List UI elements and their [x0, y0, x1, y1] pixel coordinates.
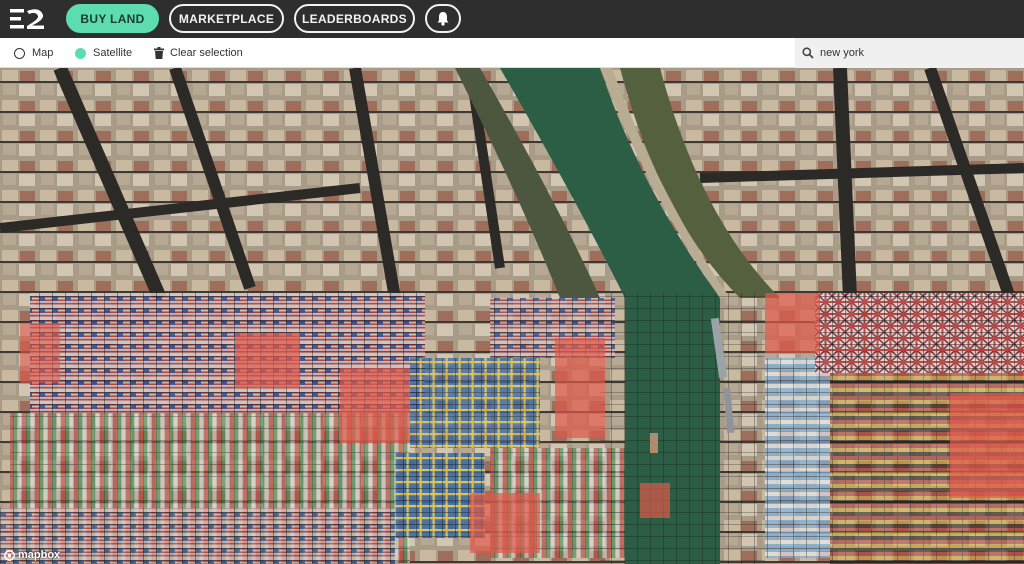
radio-on-icon	[75, 47, 86, 59]
search-icon	[802, 47, 814, 59]
top-nav: BUY LAND MARKETPLACE LEADERBOARDS	[0, 0, 1024, 38]
buy-land-button[interactable]: BUY LAND	[66, 4, 159, 33]
satellite-view-radio[interactable]: Satellite	[75, 38, 132, 68]
mapbox-credit-text: mapbox	[18, 549, 61, 561]
radio-off-icon	[14, 47, 25, 59]
mapbox-logo-icon	[4, 549, 15, 561]
clear-selection-button[interactable]: Clear selection	[154, 38, 243, 68]
e2-logo-icon[interactable]	[10, 7, 46, 31]
marketplace-button[interactable]: MARKETPLACE	[169, 4, 284, 33]
mapbox-attribution[interactable]: mapbox	[4, 549, 60, 561]
leaderboards-button[interactable]: LEADERBOARDS	[294, 4, 415, 33]
map-view-radio[interactable]: Map	[14, 38, 53, 68]
map-view-label: Map	[32, 47, 54, 59]
trash-icon	[154, 47, 164, 59]
search-input[interactable]	[820, 47, 1010, 59]
map-canvas[interactable]: mapbox	[0, 68, 1024, 564]
map-toolbar: Map Satellite Clear selection	[0, 38, 1024, 68]
satellite-imagery[interactable]	[0, 68, 1024, 564]
clear-selection-label: Clear selection	[170, 47, 243, 59]
bell-icon	[437, 12, 449, 26]
satellite-view-label: Satellite	[93, 47, 133, 59]
location-search[interactable]	[795, 38, 1024, 68]
notifications-button[interactable]	[425, 4, 461, 33]
